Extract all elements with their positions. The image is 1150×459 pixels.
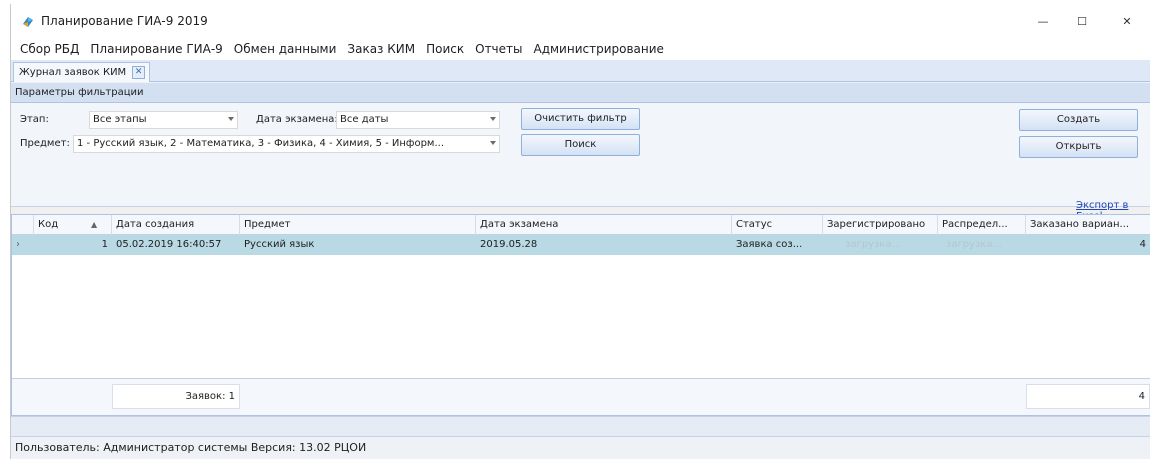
row-indicator-header bbox=[12, 215, 34, 235]
cell-subject[interactable]: Русский язык bbox=[240, 235, 476, 255]
exam-date-select-value: Все даты bbox=[340, 114, 389, 125]
column-header-created[interactable]: Дата создания bbox=[112, 215, 240, 235]
menu-item-data-exchange[interactable]: Обмен данными bbox=[229, 42, 342, 56]
footer-ordered-total: 4 bbox=[1026, 384, 1150, 409]
column-header-ordered-variants[interactable]: Заказано вариан... bbox=[1026, 215, 1150, 235]
exam-date-select[interactable]: Все даты bbox=[336, 111, 500, 129]
cell-ordered-variants[interactable]: 4 bbox=[1026, 235, 1150, 255]
close-window-button[interactable]: ✕ bbox=[1108, 4, 1146, 38]
menu-item-search[interactable]: Поиск bbox=[421, 42, 469, 56]
table-header: Код ▲ Дата создания Предмет Дата экзамен… bbox=[12, 215, 1150, 235]
sort-ascending-icon: ▲ bbox=[91, 220, 98, 229]
menu-item-reports[interactable]: Отчеты bbox=[470, 42, 527, 56]
cell-created[interactable]: 05.02.2019 16:40:57 bbox=[112, 235, 240, 255]
document-tab-strip: Журнал заявок КИМ ✕ bbox=[11, 60, 1150, 82]
tab-label: Журнал заявок КИМ bbox=[19, 67, 127, 78]
footer-request-count: Заявок: 1 bbox=[112, 384, 240, 409]
column-header-subject[interactable]: Предмет bbox=[240, 215, 476, 235]
column-header-exam-date[interactable]: Дата экзамена bbox=[476, 215, 732, 235]
column-header-code[interactable]: Код ▲ bbox=[34, 215, 112, 235]
bottom-band bbox=[11, 416, 1150, 436]
exam-date-label: Дата экзамена: bbox=[256, 114, 338, 125]
stage-select[interactable]: Все этапы bbox=[89, 111, 238, 129]
chevron-down-icon bbox=[490, 141, 496, 145]
menu-bar: Сбор РБД Планирование ГИА-9 Обмен данным… bbox=[11, 38, 1150, 60]
clear-filter-button[interactable]: Очистить фильтр bbox=[521, 108, 640, 130]
window-title: Планирование ГИА-9 2019 bbox=[41, 14, 208, 28]
requests-table: Код ▲ Дата создания Предмет Дата экзамен… bbox=[11, 214, 1150, 416]
table-row[interactable]: › 1 05.02.2019 16:40:57 Русский язык 201… bbox=[12, 235, 1150, 255]
column-header-distributed[interactable]: Распредел... bbox=[938, 215, 1026, 235]
chevron-down-icon bbox=[490, 117, 496, 121]
cell-distributed[interactable]: загрузка... bbox=[938, 235, 1026, 255]
row-selector-icon: › bbox=[16, 239, 20, 250]
cell-code[interactable]: 1 bbox=[34, 235, 112, 255]
app-window: Планирование ГИА-9 2019 — ☐ ✕ Сбор РБД П… bbox=[10, 4, 1150, 459]
filter-header: Параметры фильтрации bbox=[11, 83, 1150, 103]
filter-panel: Параметры фильтрации Этап: Все этапы Дат… bbox=[11, 83, 1150, 207]
column-header-status[interactable]: Статус bbox=[732, 215, 823, 235]
menu-item-planning[interactable]: Планирование ГИА-9 bbox=[85, 42, 227, 56]
table-footer: Заявок: 1 4 bbox=[12, 378, 1150, 415]
tab-kim-requests-journal[interactable]: Журнал заявок КИМ ✕ bbox=[13, 62, 151, 82]
search-button[interactable]: Поиск bbox=[521, 134, 640, 156]
app-logo-icon bbox=[23, 17, 33, 27]
menu-item-kim-order[interactable]: Заказ КИМ bbox=[342, 42, 420, 56]
stage-select-value: Все этапы bbox=[93, 114, 147, 125]
subject-select[interactable]: 1 - Русский язык, 2 - Математика, 3 - Фи… bbox=[73, 135, 500, 153]
menu-item-administration[interactable]: Администрирование bbox=[529, 42, 669, 56]
minimize-button[interactable]: — bbox=[1024, 4, 1062, 38]
menu-item-rbd[interactable]: Сбор РБД bbox=[15, 42, 84, 56]
column-header-registered[interactable]: Зарегистрировано bbox=[823, 215, 938, 235]
status-text: Пользователь: Администратор системы Верс… bbox=[15, 441, 367, 454]
tab-close-icon[interactable]: ✕ bbox=[132, 66, 146, 79]
subject-select-value: 1 - Русский язык, 2 - Математика, 3 - Фи… bbox=[77, 138, 445, 149]
subject-label: Предмет: bbox=[20, 138, 70, 149]
cell-status[interactable]: Заявка соз... bbox=[732, 235, 823, 255]
stage-label: Этап: bbox=[20, 114, 49, 125]
chevron-down-icon bbox=[228, 117, 234, 121]
maximize-button[interactable]: ☐ bbox=[1063, 4, 1101, 38]
open-button[interactable]: Открыть bbox=[1019, 136, 1138, 158]
cell-registered[interactable]: загрузка... bbox=[823, 235, 938, 255]
cell-exam-date[interactable]: 2019.05.28 bbox=[476, 235, 732, 255]
status-bar: Пользователь: Администратор системы Верс… bbox=[11, 436, 1150, 459]
create-button[interactable]: Создать bbox=[1019, 109, 1138, 131]
title-bar: Планирование ГИА-9 2019 — ☐ ✕ bbox=[11, 4, 1150, 38]
